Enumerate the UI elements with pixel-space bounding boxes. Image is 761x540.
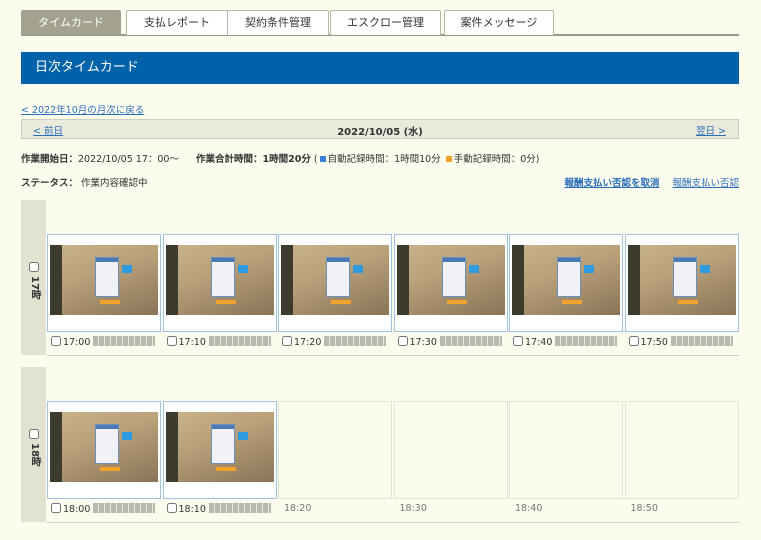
slot-checkbox[interactable] bbox=[51, 336, 61, 346]
screenshot-image bbox=[165, 412, 274, 482]
redacted-memo bbox=[670, 336, 733, 346]
slot-caption: 18:40 bbox=[515, 503, 542, 514]
screenshot-image bbox=[281, 245, 389, 315]
slot-caption: 17:50 bbox=[628, 336, 733, 348]
slot-caption: 17:40 bbox=[513, 336, 618, 348]
hour-label-column: 18時 bbox=[21, 367, 46, 522]
slot-caption: 18:20 bbox=[284, 503, 311, 514]
back-to-monthly-link[interactable]: < 2022年10月の月次に戻る bbox=[21, 102, 144, 116]
slot-caption: 17:30 bbox=[397, 336, 502, 348]
screenshot-thumbnail[interactable] bbox=[624, 234, 739, 332]
status: ステータス： 作業内容確認中 bbox=[21, 175, 148, 189]
slot-caption: 18:50 bbox=[631, 503, 658, 514]
slot-time: 18:50 bbox=[630, 503, 658, 514]
redacted-memo bbox=[93, 503, 156, 513]
slot-time: 18:40 bbox=[515, 503, 543, 514]
screenshot-thumbnail[interactable] bbox=[47, 234, 161, 332]
redacted-memo bbox=[439, 336, 502, 346]
auto-time: 自動記録時間：1時間10分 bbox=[327, 154, 441, 165]
empty-slot bbox=[624, 401, 739, 499]
row-divider bbox=[47, 522, 739, 523]
manual-time: 手動記録時間：0分) bbox=[453, 154, 540, 165]
manual-legend-square bbox=[445, 156, 452, 162]
screenshot-image bbox=[396, 245, 505, 315]
slot-time: 17:50 bbox=[640, 337, 668, 348]
current-date: 2022/10/05 (水) bbox=[337, 127, 423, 138]
slot-time: 17:10 bbox=[178, 337, 206, 348]
tab-escrow[interactable]: エスクロー管理 bbox=[330, 10, 441, 35]
screenshot-image bbox=[512, 245, 620, 315]
next-day-link[interactable]: 翌日 > bbox=[696, 123, 726, 137]
slot-time: 17:20 bbox=[294, 337, 322, 348]
row-divider bbox=[47, 355, 739, 356]
redacted-memo bbox=[555, 336, 618, 346]
slot-caption: 18:00 bbox=[51, 503, 156, 515]
slot-caption: 17:20 bbox=[282, 336, 387, 348]
work-summary: 作業開始日：2022/10/05 17：00〜 作業合計時間：1時間20分 ( 自… bbox=[21, 151, 540, 165]
screenshot-thumbnail[interactable] bbox=[162, 401, 277, 499]
tab-payment-report[interactable]: 支払レポート bbox=[126, 10, 228, 35]
slot-checkbox[interactable] bbox=[51, 503, 61, 513]
hour-label: 17時 bbox=[29, 276, 40, 300]
page-title: 日次タイムカード bbox=[21, 52, 739, 84]
slot-checkbox[interactable] bbox=[282, 336, 292, 346]
slot-caption: 18:30 bbox=[400, 503, 427, 514]
paren: ( bbox=[313, 154, 318, 165]
screenshot-thumbnail[interactable] bbox=[393, 234, 508, 332]
screenshot-thumbnail[interactable] bbox=[278, 234, 392, 332]
slot-checkbox[interactable] bbox=[628, 336, 639, 346]
redacted-memo bbox=[324, 336, 387, 346]
tab-messages[interactable]: 案件メッセージ bbox=[444, 10, 554, 35]
tab-contract-terms[interactable]: 契約条件管理 bbox=[227, 10, 329, 35]
screenshot-image bbox=[50, 412, 158, 482]
slot-checkbox[interactable] bbox=[166, 503, 177, 513]
prev-day-link[interactable]: < 前日 bbox=[33, 123, 63, 137]
slot-time: 17:00 bbox=[63, 337, 91, 348]
empty-slot bbox=[278, 401, 392, 499]
hour-label: 18時 bbox=[29, 443, 40, 467]
auto-legend-square bbox=[319, 156, 326, 162]
total-time: 作業合計時間：1時間20分 bbox=[196, 154, 311, 165]
screenshot-thumbnail[interactable] bbox=[509, 234, 623, 332]
start-label: 作業開始日： bbox=[21, 154, 79, 165]
date-navigation: < 前日 2022/10/05 (水) 翌日 > bbox=[21, 119, 739, 139]
slot-checkbox[interactable] bbox=[397, 336, 408, 346]
slot-caption: 17:10 bbox=[166, 336, 271, 348]
cancel-deny-link[interactable]: 報酬支払い否認を取消 bbox=[564, 178, 659, 189]
empty-slot bbox=[393, 401, 508, 499]
slot-checkbox[interactable] bbox=[166, 336, 177, 346]
deny-payment-link[interactable]: 報酬支払い否認 bbox=[672, 178, 739, 189]
redacted-memo bbox=[208, 503, 271, 513]
screenshot-image bbox=[50, 245, 158, 315]
redacted-memo bbox=[93, 336, 156, 346]
slot-checkbox[interactable] bbox=[513, 336, 523, 346]
slot-time: 18:00 bbox=[63, 504, 91, 515]
status-actions: 報酬支払い否認を取消 報酬支払い否認 bbox=[564, 175, 739, 189]
tab-timecard[interactable]: タイムカード bbox=[21, 10, 121, 35]
start-value: 2022/10/05 17：00〜 bbox=[78, 154, 179, 165]
hour-checkbox[interactable] bbox=[29, 262, 39, 272]
screenshot-thumbnail[interactable] bbox=[47, 401, 161, 499]
slot-caption: 18:10 bbox=[166, 503, 271, 515]
hour-checkbox[interactable] bbox=[29, 429, 39, 439]
slot-time: 17:40 bbox=[525, 337, 553, 348]
slot-time: 18:10 bbox=[178, 504, 206, 515]
slot-time: 18:20 bbox=[284, 503, 312, 514]
slot-caption: 17:00 bbox=[51, 336, 156, 348]
hour-label-column: 17時 bbox=[21, 200, 46, 355]
slot-time: 17:30 bbox=[409, 337, 437, 348]
tab-bar: タイムカード 支払レポート 契約条件管理 エスクロー管理 案件メッセージ bbox=[21, 10, 739, 36]
screenshot-image bbox=[165, 245, 274, 315]
redacted-memo bbox=[208, 336, 271, 346]
status-value: 作業内容確認中 bbox=[81, 178, 148, 189]
screenshot-thumbnail[interactable] bbox=[162, 234, 277, 332]
slot-time: 18:30 bbox=[399, 503, 427, 514]
status-label: ステータス： bbox=[21, 178, 79, 189]
empty-slot bbox=[509, 401, 623, 499]
screenshot-image bbox=[627, 245, 736, 315]
